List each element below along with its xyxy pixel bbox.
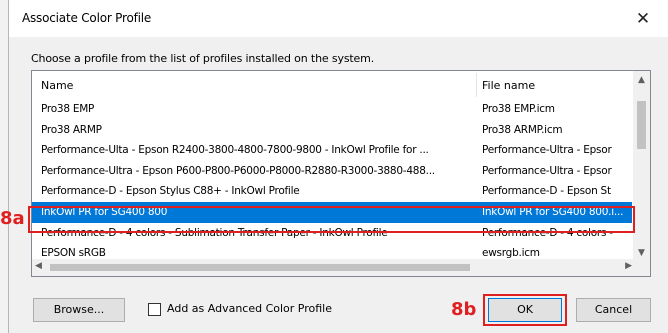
cancel-button[interactable]: Cancel	[576, 298, 651, 322]
close-icon[interactable]: ✕	[632, 8, 654, 30]
profile-file-name: Performance-Ultra - Epsor	[482, 164, 612, 177]
profile-name: EPSON sRGB	[41, 247, 106, 260]
list-item[interactable]: Pro38 EMP Pro38 EMP.icm	[32, 99, 632, 120]
profile-file-name: Pro38 EMP.icm	[482, 103, 555, 115]
vertical-scroll-thumb[interactable]	[637, 101, 646, 149]
advanced-color-profile-label[interactable]: Add as Advanced Color Profile	[167, 302, 332, 315]
scroll-left-arrow-icon[interactable]: ◀	[35, 261, 42, 271]
vertical-scrollbar[interactable]: ▲ ▼	[633, 71, 650, 260]
profile-file-name: ewsrgb.icm	[482, 247, 540, 260]
annotation-label-8b: 8b	[451, 299, 477, 320]
advanced-color-profile-checkbox[interactable]	[148, 303, 161, 316]
column-header-file-name[interactable]: File name	[482, 79, 535, 92]
profile-name: Performance-Ultra - Epson P600-P800-P600…	[41, 164, 435, 177]
list-item[interactable]: Performance-Ultra - Epson P600-P800-P600…	[32, 161, 632, 182]
scroll-down-arrow-icon[interactable]: ▼	[633, 248, 650, 258]
profile-file-name: Performance-D - Epson St	[482, 185, 611, 198]
profile-name: Pro38 ARMP	[41, 123, 102, 136]
highlight-box-8b	[483, 294, 567, 326]
profile-name: Pro38 EMP	[41, 103, 95, 115]
list-item[interactable]: Performance-D - Epson Stylus C88+ - InkO…	[32, 181, 632, 202]
column-divider[interactable]	[476, 73, 477, 97]
scrollbar-corner	[633, 259, 650, 276]
list-rows: Pro38 EMP Pro38 EMP.icm Pro38 ARMP Pro38…	[32, 99, 632, 265]
browse-button[interactable]: Browse...	[33, 298, 125, 322]
list-item[interactable]: Performance-Ulta - Epson R2400-3800-4800…	[32, 140, 632, 161]
profile-list[interactable]: Name File name Pro38 EMP Pro38 EMP.icm P…	[31, 70, 651, 277]
profile-name: Performance-D - Epson Stylus C88+ - InkO…	[41, 185, 300, 198]
profile-file-name: Performance-Ultra - Epsor	[482, 144, 612, 157]
column-header-name[interactable]: Name	[41, 79, 73, 92]
scroll-right-arrow-icon[interactable]: ▶	[625, 261, 632, 271]
instruction-text: Choose a profile from the list of profil…	[31, 52, 375, 65]
annotation-label-8a: 8a	[0, 208, 25, 229]
associate-color-profile-dialog: Associate Color Profile ✕ Choose a profi…	[8, 0, 668, 333]
title-bar: Associate Color Profile ✕	[9, 0, 668, 37]
highlight-box-8a	[28, 206, 635, 233]
scroll-up-arrow-icon[interactable]: ▲	[633, 75, 650, 85]
dialog-title: Associate Color Profile	[22, 11, 152, 25]
window-frame-left	[0, 0, 8, 333]
profile-name: Performance-Ulta - Epson R2400-3800-4800…	[41, 144, 429, 157]
horizontal-scroll-thumb[interactable]	[50, 264, 470, 271]
list-item[interactable]: Pro38 ARMP Pro38 ARMP.icm	[32, 120, 632, 141]
list-header: Name File name	[32, 71, 650, 99]
profile-file-name: Pro38 ARMP.icm	[482, 123, 563, 136]
horizontal-scrollbar[interactable]: ◀ ▶	[32, 259, 635, 276]
